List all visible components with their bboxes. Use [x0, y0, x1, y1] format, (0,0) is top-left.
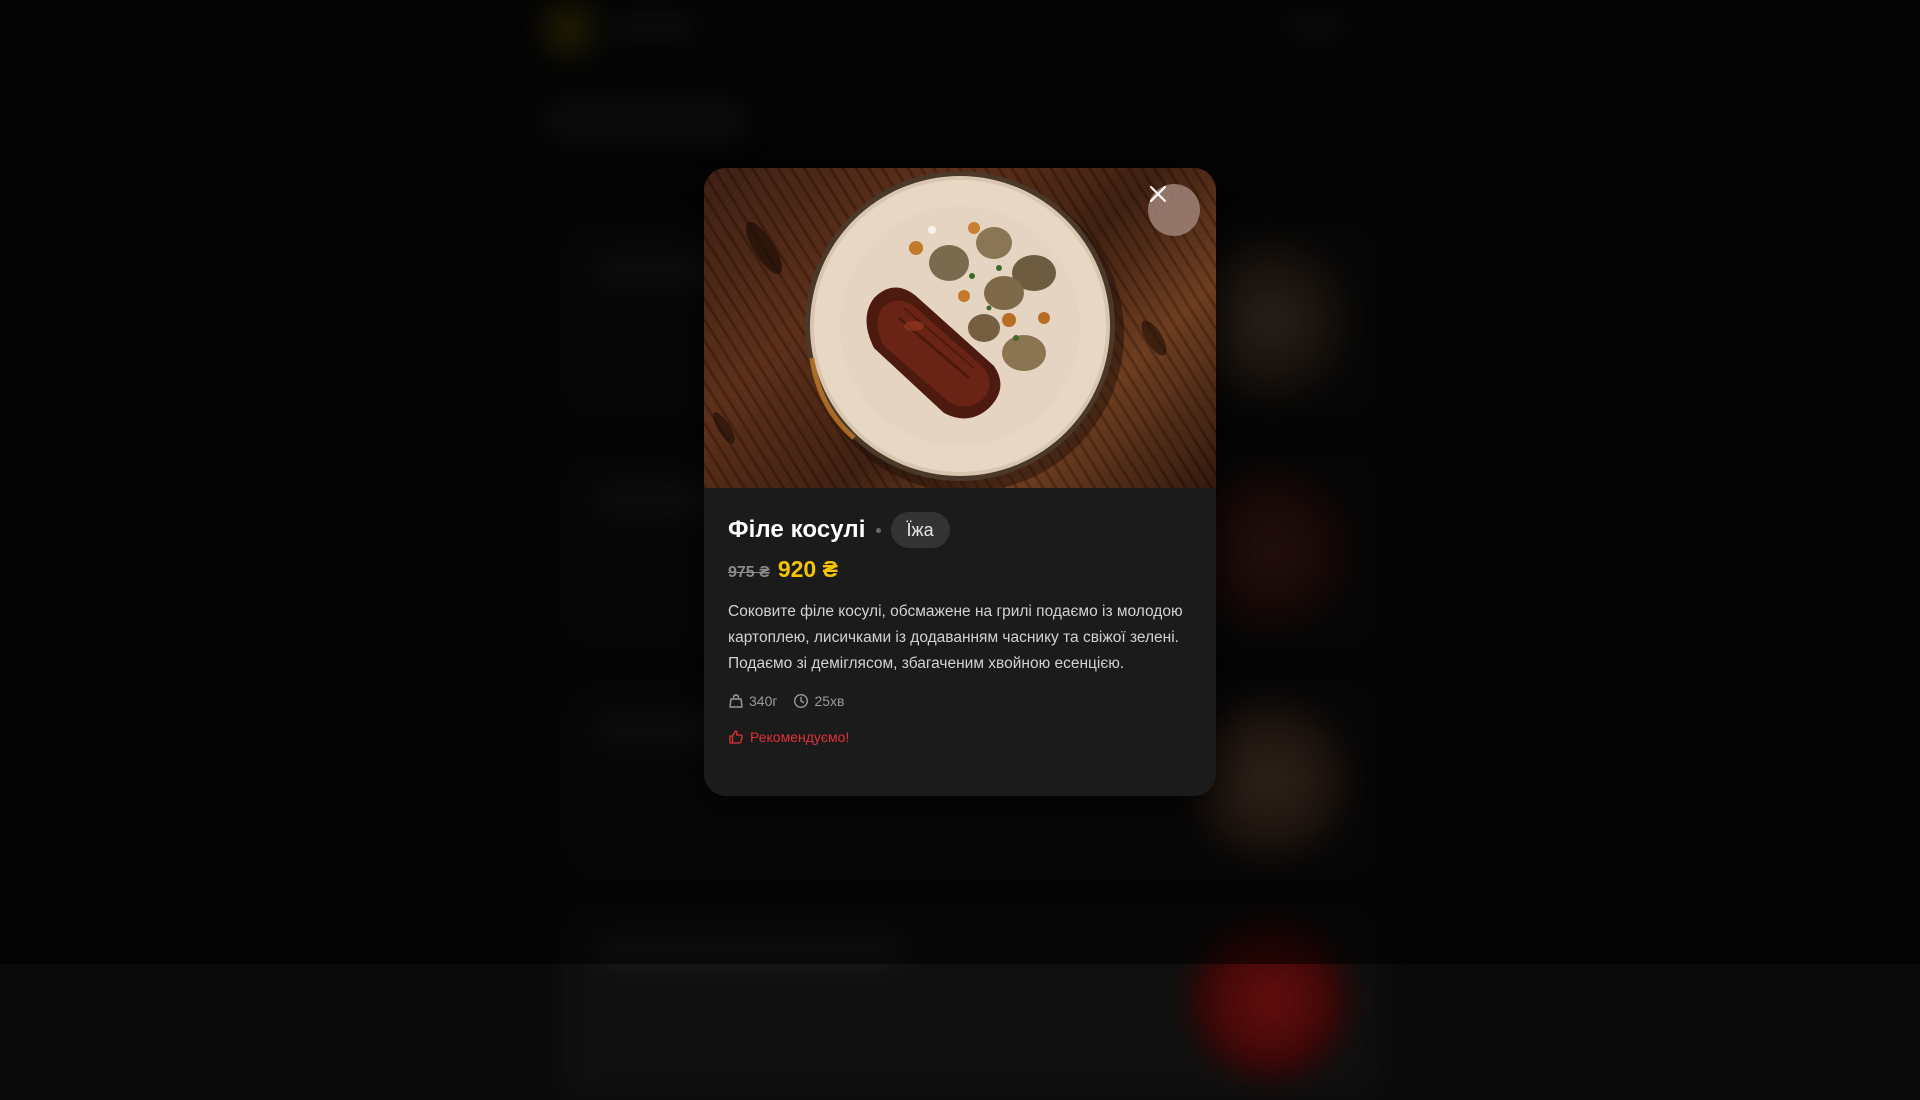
category-badge: Їжа: [891, 512, 950, 548]
current-price: 920 ₴: [778, 556, 838, 583]
separator-dot: [876, 528, 881, 533]
weight-value: 340г: [749, 693, 777, 709]
thumbs-up-icon: [728, 729, 744, 745]
price-row: 975 ₴ 920 ₴: [728, 556, 1192, 583]
weight-icon: [728, 693, 744, 709]
plate-illustration: [704, 168, 1216, 488]
dish-details: Філе косулі Їжа 975 ₴ 920 ₴ Соковите філ…: [704, 488, 1216, 745]
dish-description: Соковите філе косулі, обсмажене на грилі…: [728, 599, 1196, 677]
dish-modal: Філе косулі Їжа 975 ₴ 920 ₴ Соковите філ…: [704, 168, 1216, 796]
title-row: Філе косулі Їжа: [728, 512, 1192, 548]
weight-info: 340г: [728, 693, 777, 709]
old-price: 975 ₴: [728, 564, 770, 582]
close-icon: [1148, 184, 1168, 204]
close-button[interactable]: [1148, 184, 1200, 236]
time-info: 25хв: [793, 693, 844, 709]
dish-meta: 340г 25хв: [728, 693, 1192, 709]
recommendation-label: Рекомендуємо!: [750, 729, 849, 745]
recommendation: Рекомендуємо!: [728, 729, 1192, 745]
dish-photo: [704, 168, 1216, 488]
cook-time-value: 25хв: [814, 693, 844, 709]
dish-title: Філе косулі: [728, 516, 866, 544]
clock-icon: [793, 693, 809, 709]
